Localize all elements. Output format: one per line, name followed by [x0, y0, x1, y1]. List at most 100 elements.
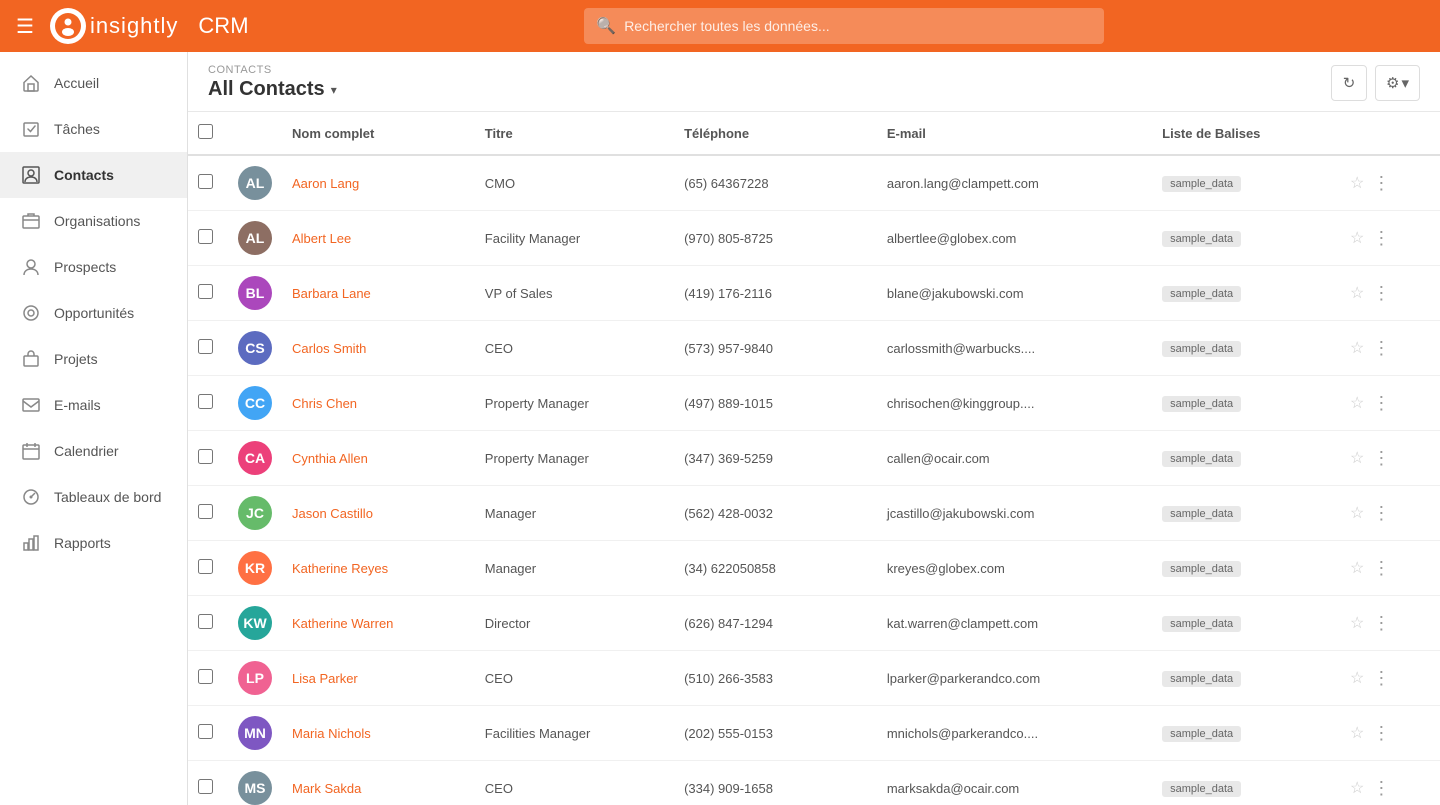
- row-title-cell: Property Manager: [475, 376, 674, 431]
- more-options-button[interactable]: ⋮: [1368, 391, 1394, 416]
- row-checkbox[interactable]: [198, 174, 213, 189]
- contact-name-link[interactable]: Chris Chen: [292, 396, 357, 411]
- more-options-button[interactable]: ⋮: [1368, 611, 1394, 636]
- row-email-cell: marksakda@ocair.com: [877, 761, 1152, 805]
- favorite-button[interactable]: ☆: [1350, 448, 1364, 468]
- row-checkbox[interactable]: [198, 614, 213, 629]
- row-checkbox-cell: [188, 266, 228, 321]
- more-options-button[interactable]: ⋮: [1368, 501, 1394, 526]
- sidebar-item-taches[interactable]: Tâches: [0, 106, 187, 152]
- favorite-button[interactable]: ☆: [1350, 283, 1364, 303]
- sidebar-item-tableaux[interactable]: Tableaux de bord: [0, 474, 187, 520]
- contact-name-link[interactable]: Carlos Smith: [292, 341, 366, 356]
- favorite-button[interactable]: ☆: [1350, 503, 1364, 523]
- sidebar-item-rapports[interactable]: Rapports: [0, 520, 187, 566]
- sidebar-item-calendrier[interactable]: Calendrier: [0, 428, 187, 474]
- contact-name-link[interactable]: Jason Castillo: [292, 506, 373, 521]
- row-phone-cell: (34) 622050858: [674, 541, 877, 596]
- row-avatar-cell: LP: [228, 651, 282, 706]
- more-options-button[interactable]: ⋮: [1368, 666, 1394, 691]
- menu-icon[interactable]: ☰: [16, 14, 34, 39]
- row-checkbox[interactable]: [198, 779, 213, 794]
- refresh-icon: ↻: [1343, 74, 1356, 92]
- app-header: ☰ insightly CRM 🔍: [0, 0, 1440, 52]
- row-email-cell: aaron.lang@clampett.com: [877, 155, 1152, 211]
- more-options-button[interactable]: ⋮: [1368, 556, 1394, 581]
- more-options-button[interactable]: ⋮: [1368, 721, 1394, 746]
- contact-name-link[interactable]: Cynthia Allen: [292, 451, 368, 466]
- sidebar-label-calendrier: Calendrier: [54, 443, 119, 459]
- row-checkbox[interactable]: [198, 229, 213, 244]
- row-phone-cell: (510) 266-3583: [674, 651, 877, 706]
- contact-name-link[interactable]: Aaron Lang: [292, 176, 359, 191]
- settings-button[interactable]: ⚙ ▾: [1375, 65, 1420, 101]
- row-action-buttons: ☆ ⋮: [1350, 556, 1430, 581]
- row-checkbox[interactable]: [198, 504, 213, 519]
- favorite-button[interactable]: ☆: [1350, 613, 1364, 633]
- row-checkbox[interactable]: [198, 669, 213, 684]
- contact-name-link[interactable]: Katherine Warren: [292, 616, 393, 631]
- sidebar-label-rapports: Rapports: [54, 535, 111, 551]
- favorite-button[interactable]: ☆: [1350, 668, 1364, 688]
- row-tag-cell: sample_data: [1152, 541, 1340, 596]
- contact-name-link[interactable]: Katherine Reyes: [292, 561, 388, 576]
- sidebar-item-opportunites[interactable]: Opportunités: [0, 290, 187, 336]
- favorite-button[interactable]: ☆: [1350, 393, 1364, 413]
- row-tag-cell: sample_data: [1152, 155, 1340, 211]
- row-checkbox[interactable]: [198, 394, 213, 409]
- row-checkbox[interactable]: [198, 559, 213, 574]
- favorite-button[interactable]: ☆: [1350, 338, 1364, 358]
- contact-name-link[interactable]: Mark Sakda: [292, 781, 361, 796]
- search-input[interactable]: [624, 18, 1092, 34]
- row-avatar-cell: CC: [228, 376, 282, 431]
- tag-badge: sample_data: [1162, 286, 1241, 302]
- row-title-cell: CEO: [475, 321, 674, 376]
- sidebar-item-prospects[interactable]: Prospects: [0, 244, 187, 290]
- row-checkbox[interactable]: [198, 724, 213, 739]
- row-tag-cell: sample_data: [1152, 761, 1340, 805]
- more-options-button[interactable]: ⋮: [1368, 776, 1394, 801]
- row-title-cell: Manager: [475, 541, 674, 596]
- row-action-buttons: ☆ ⋮: [1350, 226, 1430, 251]
- row-tag-cell: sample_data: [1152, 486, 1340, 541]
- favorite-button[interactable]: ☆: [1350, 173, 1364, 193]
- row-tag-cell: sample_data: [1152, 706, 1340, 761]
- title-dropdown-icon[interactable]: ▾: [331, 83, 337, 97]
- row-actions-cell: ☆ ⋮: [1340, 376, 1440, 431]
- row-checkbox[interactable]: [198, 284, 213, 299]
- row-email-cell: mnichols@parkerandco....: [877, 706, 1152, 761]
- more-options-button[interactable]: ⋮: [1368, 226, 1394, 251]
- contact-name-link[interactable]: Maria Nichols: [292, 726, 371, 741]
- sidebar-item-projets[interactable]: Projets: [0, 336, 187, 382]
- sidebar-label-tableaux: Tableaux de bord: [54, 489, 161, 505]
- search-bar[interactable]: 🔍: [584, 8, 1104, 44]
- sidebar-item-organisations[interactable]: Organisations: [0, 198, 187, 244]
- sidebar-item-emails[interactable]: E-mails: [0, 382, 187, 428]
- favorite-button[interactable]: ☆: [1350, 778, 1364, 798]
- contact-name-link[interactable]: Albert Lee: [292, 231, 351, 246]
- favorite-button[interactable]: ☆: [1350, 558, 1364, 578]
- select-all-checkbox[interactable]: [198, 124, 213, 139]
- sidebar-item-contacts[interactable]: Contacts: [0, 152, 187, 198]
- more-options-button[interactable]: ⋮: [1368, 336, 1394, 361]
- sidebar-item-accueil[interactable]: Accueil: [0, 60, 187, 106]
- avatar: JC: [238, 496, 272, 530]
- favorite-button[interactable]: ☆: [1350, 723, 1364, 743]
- contact-name-link[interactable]: Barbara Lane: [292, 286, 371, 301]
- row-checkbox[interactable]: [198, 449, 213, 464]
- row-checkbox-cell: [188, 321, 228, 376]
- row-checkbox[interactable]: [198, 339, 213, 354]
- row-title-cell: CEO: [475, 651, 674, 706]
- more-options-button[interactable]: ⋮: [1368, 446, 1394, 471]
- more-options-button[interactable]: ⋮: [1368, 171, 1394, 196]
- row-tag-cell: sample_data: [1152, 431, 1340, 486]
- favorite-button[interactable]: ☆: [1350, 228, 1364, 248]
- contact-name-link[interactable]: Lisa Parker: [292, 671, 358, 686]
- row-phone-cell: (65) 64367228: [674, 155, 877, 211]
- row-checkbox-cell: [188, 651, 228, 706]
- row-action-buttons: ☆ ⋮: [1350, 776, 1430, 801]
- refresh-button[interactable]: ↻: [1331, 65, 1367, 101]
- row-actions-cell: ☆ ⋮: [1340, 486, 1440, 541]
- more-options-button[interactable]: ⋮: [1368, 281, 1394, 306]
- row-email-cell: carlossmith@warbucks....: [877, 321, 1152, 376]
